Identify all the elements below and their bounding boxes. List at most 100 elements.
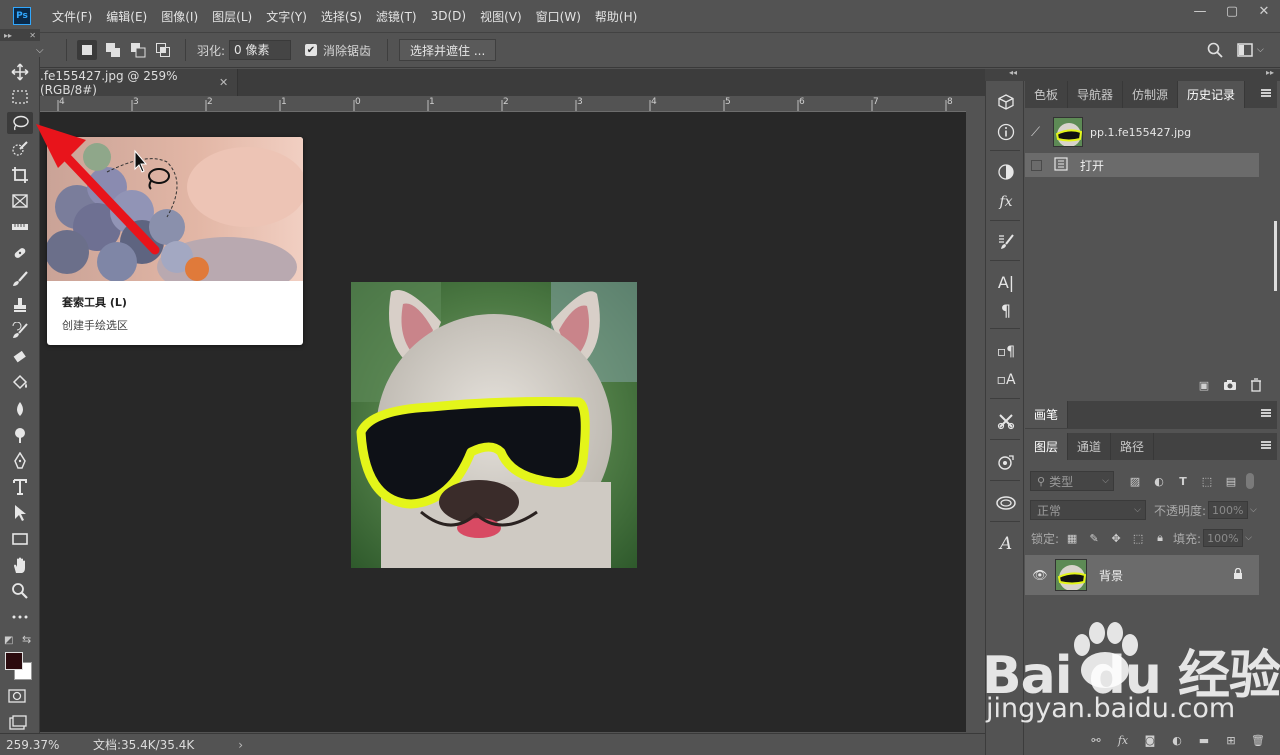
intersect-selection-icon[interactable]	[153, 40, 173, 60]
tab-paths[interactable]: 路径	[1111, 433, 1155, 460]
swap-colors-icon[interactable]: ⇆	[22, 633, 31, 646]
filter-adjustment-icon[interactable]: ◐	[1152, 474, 1166, 488]
default-colors-icon[interactable]: ◩	[4, 635, 13, 646]
info-icon[interactable]	[994, 120, 1018, 144]
layer-row[interactable]: 👁︎ 背景	[1025, 555, 1259, 595]
foreground-color-swatch-top[interactable]	[5, 652, 23, 670]
minimize-icon[interactable]: —	[1184, 0, 1216, 22]
trash-icon[interactable]	[1249, 378, 1263, 392]
zoom-level[interactable]: 259.37%	[6, 738, 86, 752]
camera-icon[interactable]	[1223, 378, 1237, 392]
panel-menu-icon[interactable]	[1261, 409, 1271, 417]
tab-layers[interactable]: 图层	[1025, 433, 1069, 460]
document-tab[interactable]: .fe155427.jpg @ 259%(RGB/8#) ✕	[40, 69, 238, 97]
fill-input[interactable]: 100%	[1203, 529, 1244, 547]
workspace-icon[interactable]: ⌵	[1237, 33, 1264, 67]
character-styles-icon[interactable]: ▫A	[994, 368, 1018, 392]
select-and-mask-button[interactable]: 选择并遮住 ...	[399, 39, 497, 61]
expand-icon[interactable]: ▸▸	[1266, 68, 1274, 77]
search-icon[interactable]	[1207, 33, 1223, 67]
zoom-tool-icon[interactable]	[7, 580, 33, 602]
paragraph-icon[interactable]: ¶	[994, 298, 1018, 322]
lasso-tool-icon[interactable]	[7, 112, 33, 134]
3d-cube-icon[interactable]	[994, 90, 1018, 114]
character-icon[interactable]: A|	[994, 270, 1018, 294]
menu-window[interactable]: 窗口(W)	[529, 8, 588, 25]
menu-file[interactable]: 文件(F)	[45, 8, 99, 25]
lock-transparent-pixels-icon[interactable]: ▦	[1065, 531, 1079, 545]
styles-fx-icon[interactable]: fx	[994, 190, 1018, 214]
menu-3d[interactable]: 3D(D)	[424, 9, 473, 23]
opacity-input[interactable]: 100%	[1208, 501, 1249, 519]
hand-tool-icon[interactable]	[7, 554, 33, 576]
layer-filter-select[interactable]: ⚲ 类型 ⌵	[1030, 471, 1114, 491]
filter-shape-icon[interactable]: ⬚	[1200, 474, 1214, 488]
tab-history[interactable]: 历史记录	[1178, 81, 1246, 108]
eraser-tool-icon[interactable]	[7, 346, 33, 368]
new-selection-icon[interactable]	[77, 40, 97, 60]
toolbar-header[interactable]: ▸▸ ✕	[0, 29, 40, 41]
crop-tool-icon[interactable]	[7, 164, 33, 186]
tab-brush[interactable]: 画笔	[1025, 401, 1069, 428]
adjustments-icon[interactable]	[994, 160, 1018, 184]
menu-layer[interactable]: 图层(L)	[205, 8, 259, 25]
antialias-checkbox[interactable]: ✔ 消除锯齿	[305, 33, 371, 67]
close-icon[interactable]: ✕	[1248, 0, 1280, 22]
subtract-from-selection-icon[interactable]	[128, 40, 148, 60]
path-selection-tool-icon[interactable]	[7, 502, 33, 524]
panel-menu-icon[interactable]	[1261, 89, 1271, 97]
menu-select[interactable]: 选择(S)	[314, 8, 369, 25]
blend-mode-select[interactable]: 正常 ⌵	[1030, 500, 1146, 520]
tab-clone-source[interactable]: 仿制源	[1123, 81, 1179, 108]
quick-mask-icon[interactable]	[8, 689, 26, 706]
lock-position-icon[interactable]: ✥	[1109, 531, 1123, 545]
history-state[interactable]: 打开	[1025, 153, 1259, 177]
healing-brush-tool-icon[interactable]	[7, 242, 33, 264]
tab-channels[interactable]: 通道	[1068, 433, 1112, 460]
menu-view[interactable]: 视图(V)	[473, 8, 529, 25]
quick-selection-tool-icon[interactable]	[7, 138, 33, 160]
collapse-icon[interactable]: ◂◂	[1009, 68, 1017, 77]
history-brush-source-icon[interactable]: ⟋	[1031, 125, 1053, 140]
menu-type[interactable]: 文字(Y)	[259, 8, 314, 25]
chevron-down-icon[interactable]: ⌵	[1250, 505, 1257, 515]
menu-image[interactable]: 图像(I)	[154, 8, 205, 25]
add-to-selection-icon[interactable]	[103, 40, 123, 60]
visibility-eye-icon[interactable]: 👁︎	[1025, 568, 1055, 582]
panel-menu-icon[interactable]	[1261, 441, 1271, 449]
paragraph-styles-icon[interactable]: ▫¶	[994, 340, 1018, 364]
tab-navigator[interactable]: 导航器	[1068, 81, 1124, 108]
paint-bucket-tool-icon[interactable]	[7, 372, 33, 394]
frame-tool-icon[interactable]	[7, 190, 33, 212]
close-icon[interactable]: ✕	[219, 76, 237, 89]
blur-tool-icon[interactable]	[7, 398, 33, 420]
lock-artboard-icon[interactable]: ⬚	[1131, 531, 1145, 545]
rectangle-tool-icon[interactable]	[7, 528, 33, 550]
lock-image-pixels-icon[interactable]: ✎	[1087, 531, 1101, 545]
more-tools-icon[interactable]	[7, 606, 33, 628]
history-brush-tool-icon[interactable]	[7, 320, 33, 342]
history-snapshot[interactable]: ⟋ pp.1.fe155427.jpg	[1025, 114, 1277, 150]
filter-type-icon[interactable]: T	[1176, 474, 1190, 488]
history-state-checkbox[interactable]	[1031, 159, 1042, 171]
brush-tool-icon[interactable]	[7, 268, 33, 290]
marquee-tool-icon[interactable]	[7, 86, 33, 108]
brush-settings-icon[interactable]	[994, 230, 1018, 254]
libraries-icon[interactable]	[994, 491, 1018, 515]
filter-smart-object-icon[interactable]: ▤	[1224, 474, 1238, 488]
panel-scrollbar[interactable]	[1274, 221, 1277, 291]
menu-filter[interactable]: 滤镜(T)	[369, 8, 424, 25]
filter-toggle[interactable]	[1246, 473, 1254, 489]
screen-mode-icon[interactable]	[9, 715, 27, 734]
tab-swatches[interactable]: 色板	[1025, 81, 1069, 108]
document-image[interactable]	[351, 282, 637, 568]
move-tool-icon[interactable]	[7, 61, 33, 83]
clone-stamp-tool-icon[interactable]	[7, 294, 33, 316]
status-expand-icon[interactable]: ›	[238, 738, 243, 752]
pen-tool-icon[interactable]	[7, 450, 33, 472]
new-document-from-state-icon[interactable]: ▣	[1197, 378, 1211, 392]
glyphs-icon[interactable]: A	[994, 532, 1018, 556]
menu-edit[interactable]: 编辑(E)	[99, 8, 154, 25]
lock-all-icon[interactable]: 🔒︎	[1153, 531, 1167, 545]
dodge-tool-icon[interactable]	[7, 424, 33, 446]
